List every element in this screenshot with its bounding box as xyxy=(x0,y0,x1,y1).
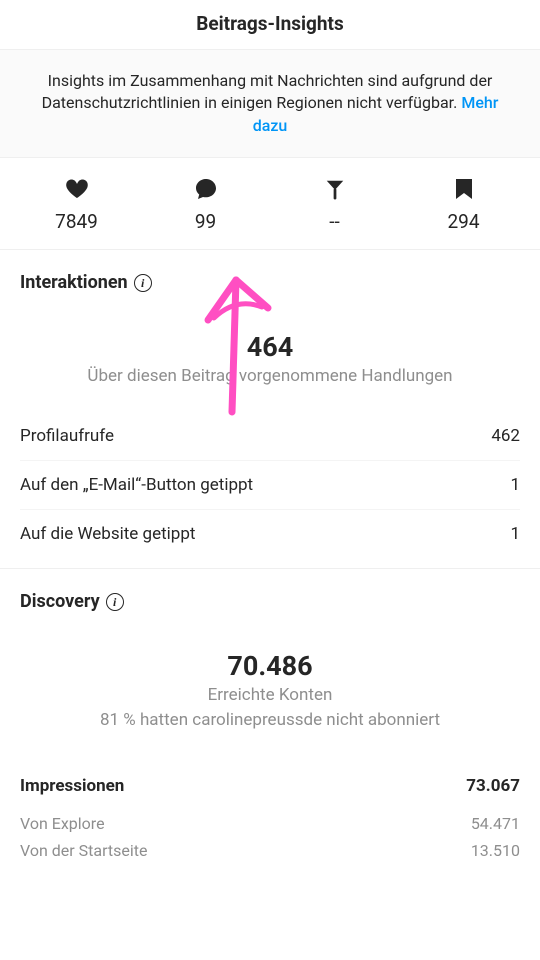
row-value: 73.067 xyxy=(466,776,520,796)
interactions-title: Interaktionen xyxy=(20,272,128,293)
row-value: 13.510 xyxy=(471,841,520,860)
row-label: Profilaufrufe xyxy=(20,426,114,446)
page-title: Beitrags-Insights xyxy=(0,12,540,35)
stat-saves-value: 294 xyxy=(399,210,528,233)
interactions-total-block: 464 Über diesen Beitrag vorgenommene Han… xyxy=(20,331,520,388)
row-value: 462 xyxy=(491,426,520,446)
row-label: Von der Startseite xyxy=(20,841,148,860)
stat-saves: 294 xyxy=(399,176,528,233)
table-row: Auf die Website getippt 1 xyxy=(20,509,520,558)
row-label: Auf die Website getippt xyxy=(20,524,195,544)
stat-likes: 7849 xyxy=(12,176,141,233)
discovery-total: 70.486 xyxy=(20,650,520,682)
stat-shares: -- xyxy=(270,176,399,233)
row-value: 54.471 xyxy=(471,814,520,833)
stat-comments-value: 99 xyxy=(141,210,270,233)
bookmark-icon xyxy=(399,176,528,202)
engagement-stats-row: 7849 99 -- 294 xyxy=(0,158,540,250)
interactions-breakdown: Profilaufrufe 462 Auf den „E-Mail“-Butto… xyxy=(20,412,520,558)
row-label: Auf den „E-Mail“-Button getippt xyxy=(20,475,253,495)
row-value: 1 xyxy=(510,475,520,495)
table-row: Impressionen 73.067 xyxy=(20,762,520,810)
table-row: Profilaufrufe 462 xyxy=(20,412,520,460)
row-value: 1 xyxy=(510,524,520,544)
privacy-notice-text: Insights im Zusammenhang mit Nachrichten… xyxy=(42,71,493,112)
discovery-total-block: 70.486 Erreichte Konten 81 % hatten caro… xyxy=(20,650,520,732)
stat-shares-value: -- xyxy=(270,210,399,233)
discovery-section: Discovery i 70.486 Erreichte Konten 81 %… xyxy=(0,569,540,864)
table-row: Auf den „E-Mail“-Button getippt 1 xyxy=(20,460,520,509)
info-icon[interactable]: i xyxy=(106,593,124,611)
interactions-total: 464 xyxy=(20,331,520,363)
discovery-total-sub1: Erreichte Konten xyxy=(20,684,520,707)
row-label: Impressionen xyxy=(20,776,124,796)
row-label: Von Explore xyxy=(20,814,105,833)
interactions-title-row: Interaktionen i xyxy=(20,272,520,293)
interactions-total-sub: Über diesen Beitrag vorgenommene Handlun… xyxy=(20,365,520,388)
stat-likes-value: 7849 xyxy=(12,210,141,233)
table-row: Von Explore 54.471 xyxy=(20,810,520,837)
stat-comments: 99 xyxy=(141,176,270,233)
privacy-notice: Insights im Zusammenhang mit Nachrichten… xyxy=(0,49,540,158)
discovery-title: Discovery xyxy=(20,591,100,612)
discovery-breakdown: Impressionen 73.067 Von Explore 54.471 V… xyxy=(20,762,520,864)
info-icon[interactable]: i xyxy=(134,274,152,292)
discovery-total-sub2: 81 % hatten carolinepreussde nicht abonn… xyxy=(20,709,520,732)
table-row: Von der Startseite 13.510 xyxy=(20,837,520,864)
heart-icon xyxy=(12,176,141,202)
header: Beitrags-Insights xyxy=(0,0,540,49)
comment-icon xyxy=(141,176,270,202)
interactions-section: Interaktionen i 464 Über diesen Beitrag … xyxy=(0,250,540,558)
discovery-title-row: Discovery i xyxy=(20,591,520,612)
share-icon xyxy=(270,176,399,202)
